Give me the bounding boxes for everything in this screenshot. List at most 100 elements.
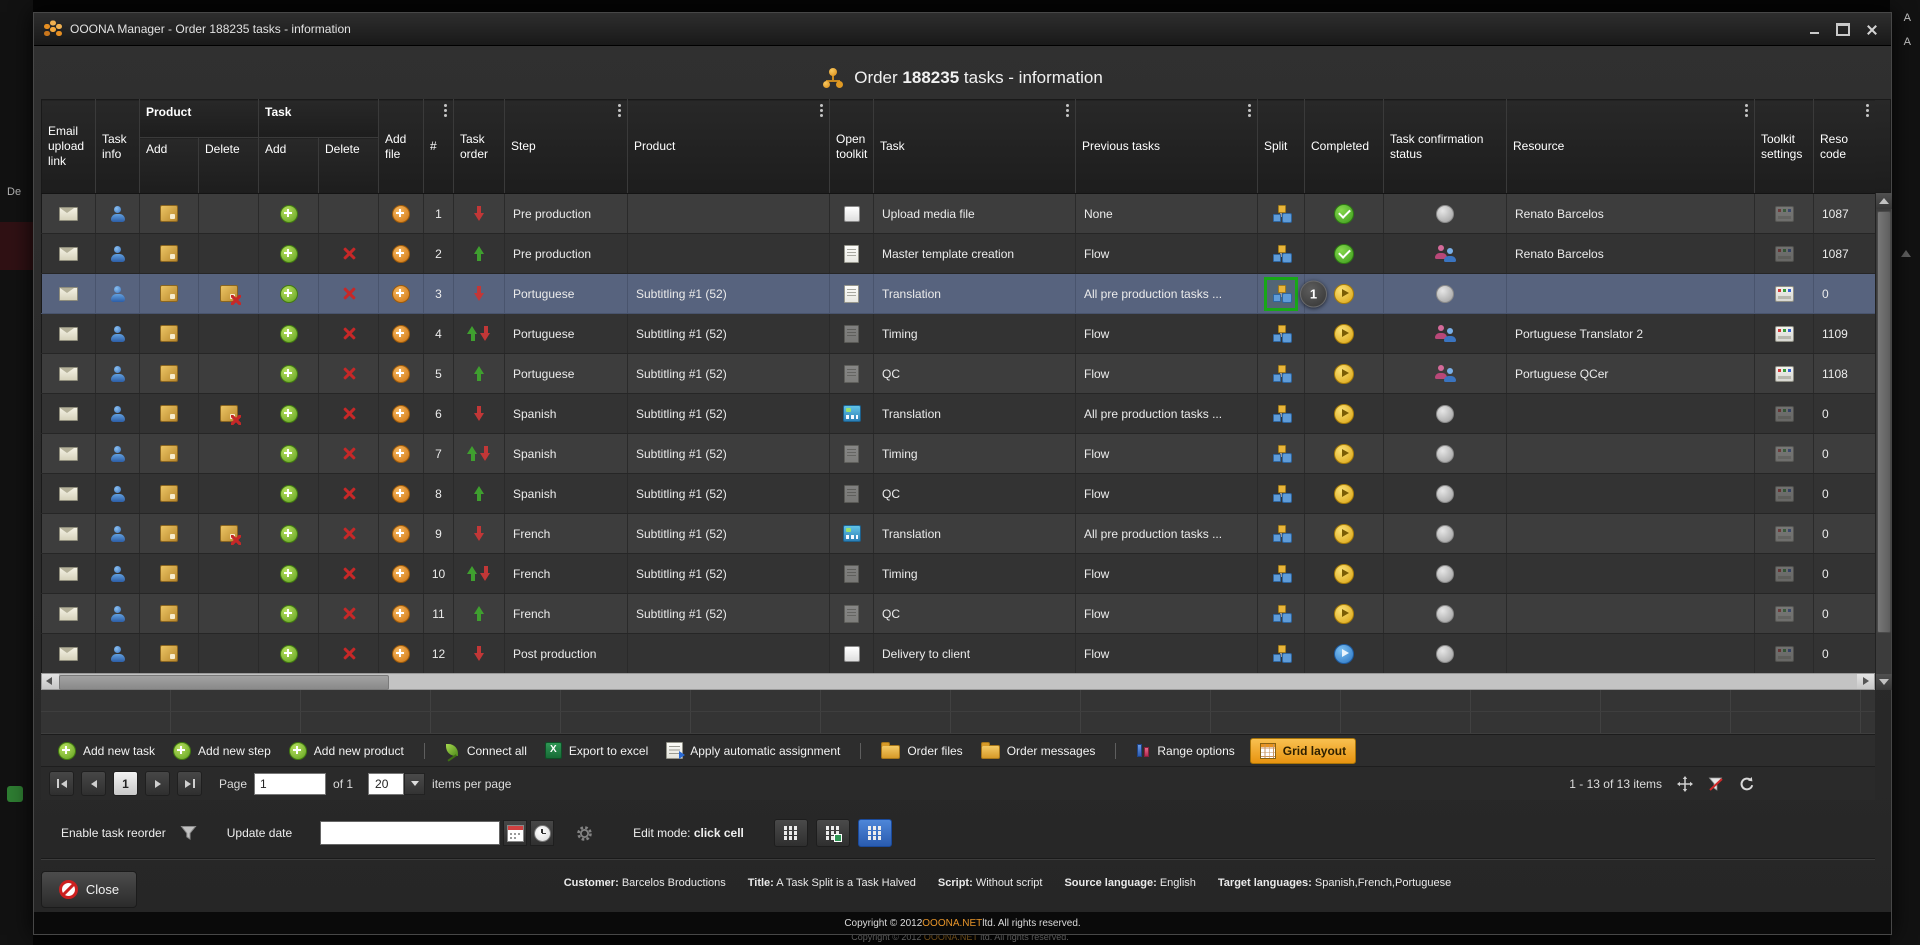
grid-layout-button[interactable]: Grid layout — [1250, 738, 1356, 764]
maximize-button[interactable] — [1836, 23, 1850, 36]
add-new-product-button[interactable]: Add new product — [280, 738, 413, 764]
add-file-icon[interactable] — [392, 605, 410, 623]
task-row[interactable]: 3PortugueseSubtitling #1 (52)Translation… — [42, 274, 1876, 314]
task-cell[interactable]: Timing — [874, 554, 1076, 594]
add-new-step-button[interactable]: Add new step — [164, 738, 280, 764]
column-menu-icon[interactable] — [444, 104, 447, 117]
window-titlebar[interactable]: OOONA Manager - Order 188235 tasks - inf… — [34, 13, 1891, 46]
resource-cell[interactable] — [1507, 274, 1755, 314]
resource-cell[interactable] — [1507, 474, 1755, 514]
up-arrow-icon[interactable] — [474, 246, 485, 261]
view-mode-grid-button[interactable] — [774, 819, 808, 847]
column-header-toolkit-settings[interactable]: Toolkit settings — [1755, 100, 1814, 194]
connect-all-button[interactable]: Connect all — [436, 739, 536, 762]
product-cell[interactable]: Subtitling #1 (52) — [628, 394, 830, 434]
start-task-icon[interactable] — [1334, 604, 1354, 624]
task-row[interactable]: 7SpanishSubtitling #1 (52)TimingFlow0 — [42, 434, 1876, 474]
toolkit-settings-icon[interactable] — [1775, 446, 1794, 462]
down-arrow-icon[interactable] — [474, 646, 485, 661]
task-info-icon[interactable] — [111, 646, 125, 662]
apply-automatic-assignment-button[interactable]: Apply automatic assignment — [657, 738, 849, 763]
split-task-icon[interactable] — [1272, 245, 1290, 262]
task-cell[interactable]: QC — [874, 594, 1076, 634]
up-arrow-icon[interactable] — [474, 486, 485, 501]
task-cell[interactable]: Delivery to client — [874, 634, 1076, 674]
add-file-icon[interactable] — [392, 285, 410, 303]
current-page-button[interactable]: 1 — [113, 771, 138, 796]
add-file-icon[interactable] — [392, 325, 410, 343]
start-task-icon[interactable] — [1334, 404, 1354, 424]
delete-task-icon[interactable] — [342, 246, 356, 261]
task-completed-icon[interactable] — [1334, 244, 1354, 264]
close-button[interactable]: Close — [41, 871, 137, 908]
previous-tasks-cell[interactable]: None — [1076, 194, 1258, 234]
calendar-picker-button[interactable] — [503, 820, 527, 846]
minimize-button[interactable] — [1809, 24, 1820, 35]
toolkit-settings-icon[interactable] — [1775, 206, 1794, 222]
open-toolkit-doc-icon[interactable] — [844, 245, 859, 263]
product-cell[interactable] — [628, 194, 830, 234]
product-cell[interactable]: Subtitling #1 (52) — [628, 514, 830, 554]
column-header-product-add[interactable]: Add — [140, 138, 199, 194]
task-info-icon[interactable] — [111, 486, 125, 502]
add-product-icon[interactable] — [160, 645, 178, 662]
add-file-icon[interactable] — [392, 645, 410, 663]
add-task-icon[interactable] — [280, 605, 298, 623]
column-menu-icon[interactable] — [618, 104, 621, 117]
product-cell[interactable]: Subtitling #1 (52) — [628, 554, 830, 594]
column-header-previous-tasks[interactable]: Previous tasks — [1076, 100, 1258, 194]
task-cell[interactable]: Translation — [874, 514, 1076, 554]
column-header-task-confirmation-status[interactable]: Task confirmation status — [1384, 100, 1507, 194]
order-files-button[interactable]: Order files — [872, 738, 971, 763]
add-file-icon[interactable] — [392, 245, 410, 263]
task-row[interactable]: 8SpanishSubtitling #1 (52)QCFlow0 — [42, 474, 1876, 514]
task-cell[interactable]: QC — [874, 474, 1076, 514]
move-columns-button[interactable] — [1677, 776, 1693, 792]
column-header-email-upload-link[interactable]: Email upload link — [42, 100, 96, 194]
task-info-icon[interactable] — [111, 206, 125, 222]
task-row[interactable]: 6SpanishSubtitling #1 (52)TranslationAll… — [42, 394, 1876, 434]
split-task-icon[interactable] — [1272, 405, 1290, 422]
step-cell[interactable]: French — [505, 554, 628, 594]
column-header-split[interactable]: Split — [1258, 100, 1305, 194]
delete-task-icon[interactable] — [342, 646, 356, 661]
step-cell[interactable]: Portuguese — [505, 354, 628, 394]
column-header-add-file[interactable]: Add file — [379, 100, 424, 194]
email-upload-link-icon[interactable] — [59, 527, 78, 541]
column-header-task-add[interactable]: Add — [259, 138, 319, 194]
update-date-input[interactable] — [320, 821, 500, 845]
add-file-icon[interactable] — [392, 485, 410, 503]
split-task-icon[interactable] — [1272, 485, 1290, 502]
delete-task-icon[interactable] — [342, 526, 356, 541]
resource-cell[interactable] — [1507, 634, 1755, 674]
toolkit-settings-icon[interactable] — [1775, 606, 1794, 622]
previous-tasks-cell[interactable]: Flow — [1076, 354, 1258, 394]
up-arrow-icon[interactable] — [467, 326, 478, 341]
down-arrow-icon[interactable] — [480, 566, 491, 581]
task-info-icon[interactable] — [111, 246, 125, 262]
add-product-icon[interactable] — [160, 605, 178, 622]
refresh-button[interactable] — [1739, 776, 1755, 792]
previous-tasks-cell[interactable]: Flow — [1076, 634, 1258, 674]
start-task-icon[interactable] — [1334, 364, 1354, 384]
task-info-icon[interactable] — [111, 406, 125, 422]
resource-cell[interactable]: Renato Barcelos — [1507, 194, 1755, 234]
open-toolkit-doc-icon[interactable] — [844, 285, 859, 303]
task-cell[interactable]: QC — [874, 354, 1076, 394]
add-file-icon[interactable] — [392, 205, 410, 223]
add-product-icon[interactable] — [160, 365, 178, 382]
toolkit-settings-icon[interactable] — [1775, 406, 1794, 422]
open-toolkit-media-icon[interactable] — [843, 405, 861, 422]
email-upload-link-icon[interactable] — [59, 367, 78, 381]
column-menu-icon[interactable] — [1866, 104, 1869, 117]
down-arrow-icon[interactable] — [480, 326, 491, 341]
task-cell[interactable]: Upload media file — [874, 194, 1076, 234]
previous-tasks-cell[interactable]: Flow — [1076, 434, 1258, 474]
email-upload-link-icon[interactable] — [59, 207, 78, 221]
delete-task-icon[interactable] — [342, 326, 356, 341]
product-cell[interactable]: Subtitling #1 (52) — [628, 274, 830, 314]
split-task-icon[interactable] — [1272, 565, 1290, 582]
email-upload-link-icon[interactable] — [59, 287, 78, 301]
view-mode-grid-excel-button[interactable] — [816, 819, 850, 847]
resource-cell[interactable] — [1507, 554, 1755, 594]
